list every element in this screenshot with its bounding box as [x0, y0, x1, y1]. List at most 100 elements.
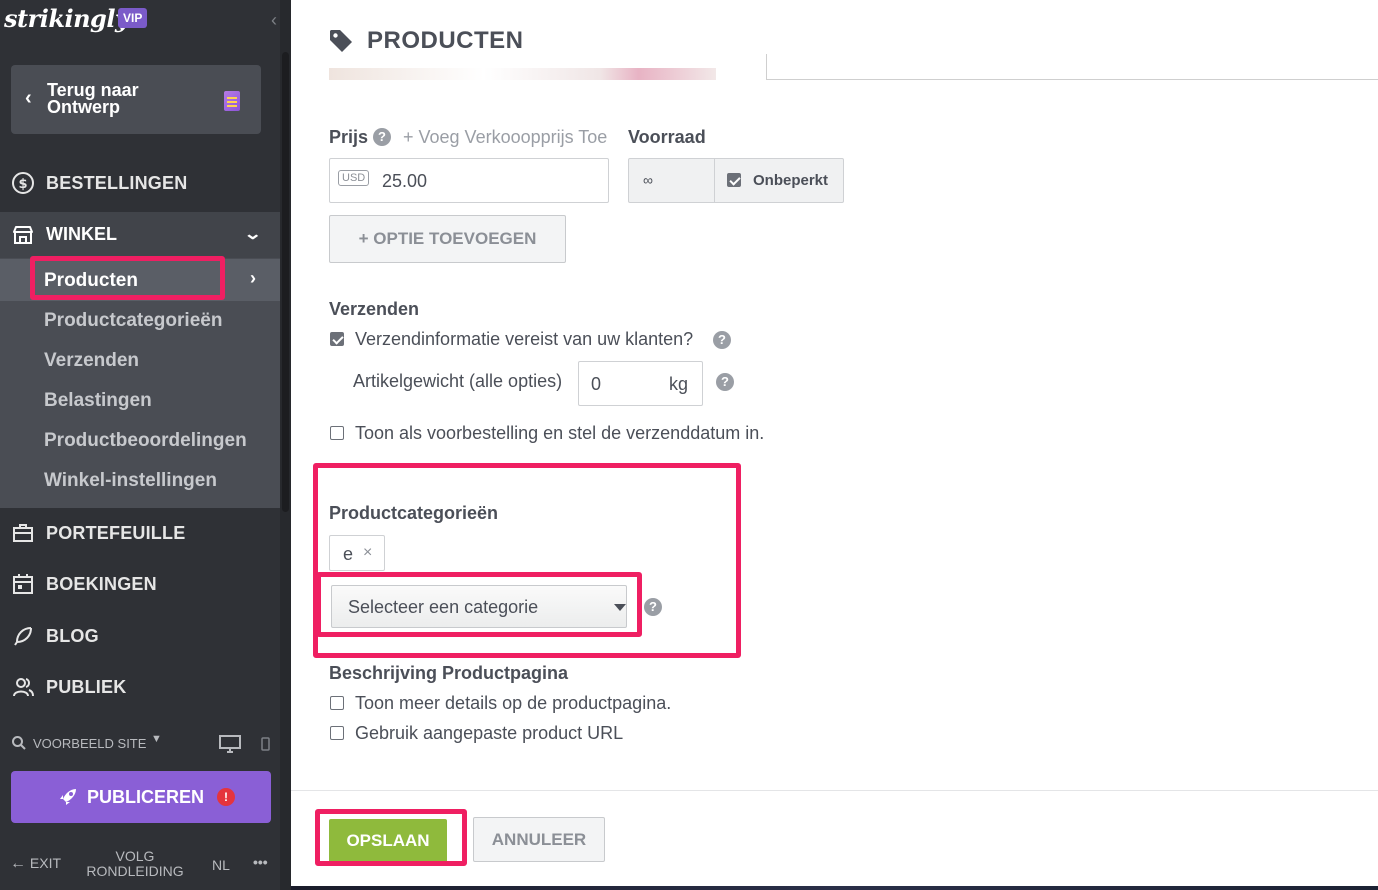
weight-help-icon[interactable]: ? [716, 373, 734, 391]
preorder-checkbox[interactable] [330, 426, 344, 440]
category-chip: e × [329, 535, 385, 571]
calendar-icon [11, 572, 35, 596]
page-title: PRODUCTEN [367, 27, 524, 54]
category-help-icon[interactable]: ? [644, 598, 662, 616]
sidebar-item-products[interactable]: Producten [44, 270, 138, 292]
nav-audience-label: PUBLIEK [46, 676, 127, 697]
weight-value: 0 [591, 374, 602, 394]
search-icon [11, 735, 27, 754]
vip-badge: VIP [118, 8, 148, 28]
sub-item-active-bg [0, 259, 280, 301]
mobile-icon[interactable] [261, 737, 270, 754]
store-icon [11, 223, 35, 247]
shipping-help-icon[interactable]: ? [713, 331, 731, 349]
preorder-label: Toon als voorbestelling en stel de verze… [355, 423, 765, 443]
users-icon [11, 675, 35, 699]
caret-down-icon [614, 604, 626, 611]
arrow-left-icon: ← [10, 855, 26, 872]
price-help-icon[interactable]: ? [373, 128, 391, 146]
category-select[interactable]: Selecteer een categorie [331, 585, 627, 628]
stock-divider [714, 159, 715, 202]
unlimited-stock-checkbox[interactable] [727, 173, 741, 187]
sidebar-item-product-reviews[interactable]: Productbeoordelingen [44, 430, 247, 452]
product-image-preview[interactable] [329, 68, 716, 80]
strikingly-logo: strikingly [4, 4, 129, 33]
stock-value: ∞ [643, 172, 653, 188]
nav-orders[interactable]: $ BESTELLINGEN [0, 161, 280, 205]
back-to-design-label: Terug naar Ontwerp [47, 80, 139, 117]
nav-store-label: WINKEL [46, 224, 117, 244]
chip-remove-icon[interactable]: × [363, 544, 372, 562]
custom-url-label: Gebruik aangepaste product URL [355, 723, 624, 743]
nav-bookings[interactable]: BOEKINGEN [0, 562, 280, 606]
exit-button[interactable]: ← EXIT [10, 855, 61, 873]
exit-label: EXIT [29, 855, 62, 871]
nav-store[interactable]: WINKEL ⌄ [0, 212, 280, 258]
desktop-icon[interactable] [219, 735, 241, 756]
tour-button[interactable]: VOLG RONDLEIDING [80, 849, 190, 879]
publish-button[interactable]: PUBLICEREN ! [11, 771, 271, 823]
chevron-right-icon: › [250, 268, 256, 288]
nav-orders-label: BESTELLINGEN [46, 172, 188, 193]
categories-label: Productcategorieën [329, 503, 499, 523]
weight-unit: kg [669, 374, 689, 394]
nav-portfolio[interactable]: PORTEFEUILLE [0, 511, 280, 555]
category-chip-value: e [343, 544, 354, 564]
publish-label: PUBLICEREN [87, 787, 205, 807]
category-select-value: Selecteer een categorie [348, 597, 539, 617]
form-footer [291, 790, 1378, 890]
document-icon [224, 91, 240, 111]
weight-input[interactable]: 0 kg [578, 361, 703, 406]
main-panel: PRODUCTEN Prijs ? + Voeg Verkooopprijs T… [291, 0, 1378, 890]
product-description-field[interactable] [766, 54, 1378, 80]
cancel-button[interactable]: ANNULEER [473, 817, 605, 862]
nav-bookings-label: BOEKINGEN [46, 573, 157, 594]
custom-url-checkbox[interactable] [330, 726, 344, 740]
feather-icon [11, 624, 35, 648]
chevron-left-icon: ‹ [25, 87, 32, 109]
publish-alert-badge: ! [217, 788, 235, 806]
more-details-label: Toon meer details op de productpagina. [355, 693, 672, 713]
nav-blog-label: BLOG [46, 625, 99, 646]
tag-icon [328, 28, 354, 54]
weight-label: Artikelgewicht (alle opties) [353, 371, 563, 391]
more-details-checkbox[interactable] [330, 696, 344, 710]
stock-input: ∞ Onbeperkt [628, 158, 844, 203]
more-options-icon[interactable]: ••• [253, 854, 268, 870]
briefcase-icon [11, 521, 35, 545]
chevron-down-icon: ⌄ [243, 226, 263, 243]
dollar-circle-icon: $ [11, 171, 35, 195]
unlimited-stock-label: Onbeperkt [753, 172, 829, 189]
preview-site-dropdown[interactable]: VOORBEELD SITE [33, 736, 146, 751]
shipping-info-checkbox[interactable] [330, 332, 344, 346]
sidebar: strikingly VIP ‹ ‹ Terug naar Ontwerp $ … [0, 0, 291, 890]
description-label: Beschrijving Productpagina [329, 663, 569, 683]
sidebar-item-store-settings[interactable]: Winkel-instellingen [44, 470, 217, 492]
nav-blog[interactable]: BLOG [0, 614, 280, 658]
save-button[interactable]: OPSLAAN [329, 819, 447, 863]
stock-label: Voorraad [628, 127, 706, 147]
add-option-button[interactable]: + OPTIE TOEVOEGEN [329, 215, 566, 263]
sidebar-footer: ← EXIT VOLG RONDLEIDING NL ••• [0, 845, 281, 885]
price-input[interactable]: USD 25.00 [329, 158, 609, 203]
caret-down-icon: ▼ [151, 733, 162, 745]
sidebar-scroll-thumb[interactable] [282, 52, 289, 512]
price-value: 25.00 [382, 171, 428, 191]
preview-site-row: VOORBEELD SITE ▼ [11, 733, 281, 755]
shipping-info-label: Verzendinformatie vereist van uw klanten… [355, 329, 694, 349]
currency-badge: USD [338, 170, 370, 186]
sidebar-item-taxes[interactable]: Belastingen [44, 390, 152, 412]
bottom-edge [291, 886, 1378, 890]
back-to-design-button[interactable]: ‹ Terug naar Ontwerp [11, 65, 261, 134]
rocket-icon [57, 786, 79, 808]
nav-portfolio-label: PORTEFEUILLE [46, 522, 186, 543]
language-selector[interactable]: NL [212, 857, 230, 873]
sidebar-item-shipping[interactable]: Verzenden [44, 350, 139, 372]
add-sale-price-link[interactable]: + Voeg Verkooopprijs Toe [403, 127, 607, 148]
sidebar-item-product-categories[interactable]: Productcategorieën [44, 310, 222, 332]
sidebar-scrollbar[interactable] [280, 0, 291, 890]
price-label: Prijs [329, 127, 369, 147]
nav-audience[interactable]: PUBLIEK [0, 665, 280, 709]
shipping-label: Verzenden [329, 299, 420, 319]
collapse-sidebar-icon[interactable]: ‹ [271, 10, 277, 31]
